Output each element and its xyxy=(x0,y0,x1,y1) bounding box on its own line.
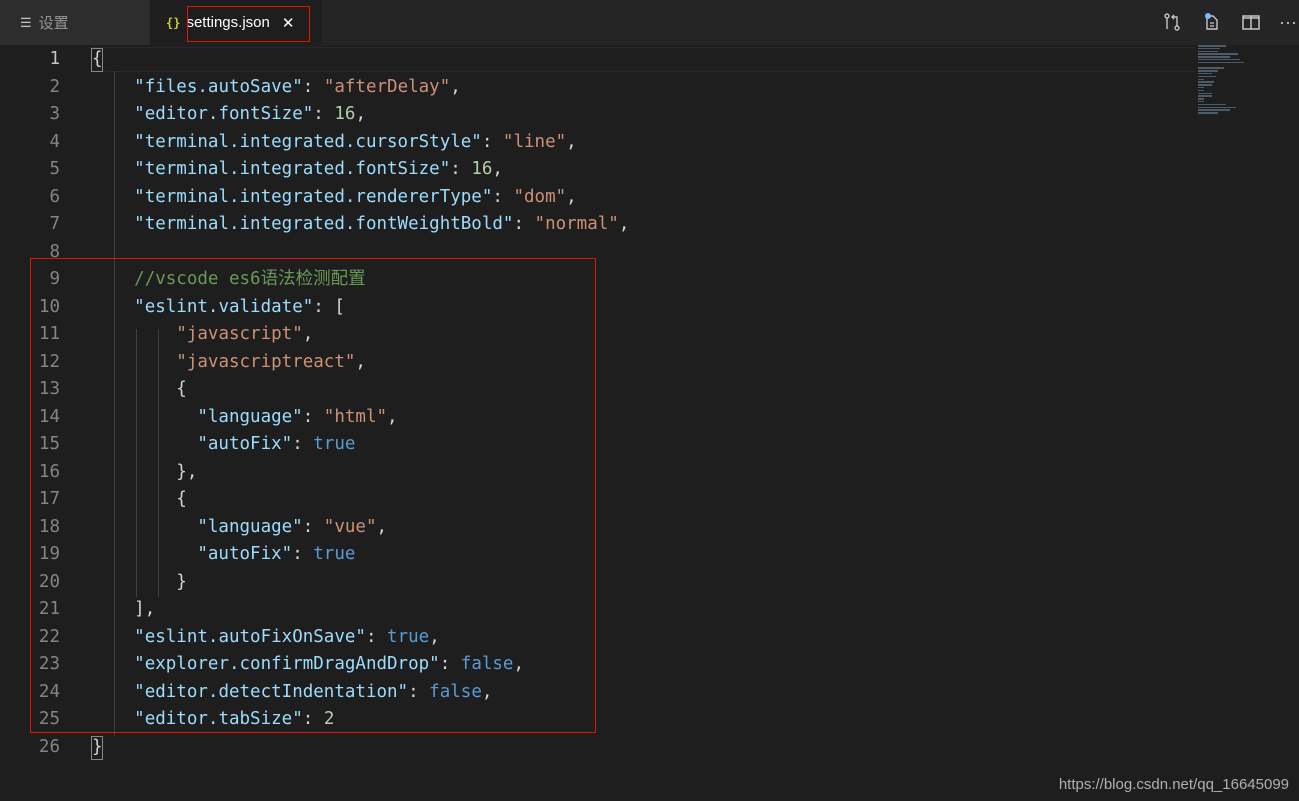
code-token: : xyxy=(450,159,472,179)
tab-label: 设置 xyxy=(38,15,69,32)
open-changes-button[interactable] xyxy=(1160,10,1184,34)
code-token: , xyxy=(355,104,366,124)
code-line[interactable]: 5 "terminal.integrated.fontSize": 16, xyxy=(0,156,1195,184)
code-token: : xyxy=(302,76,324,97)
line-code: "terminal.integrated.cursorStyle": "line… xyxy=(92,129,577,157)
code-token: "normal" xyxy=(534,214,619,234)
line-number: 1 xyxy=(49,49,60,69)
code-line[interactable]: 1{ xyxy=(0,46,1195,74)
line-code: "terminal.integrated.fontSize": 16, xyxy=(92,156,503,184)
code-token: "files.autoSave" xyxy=(134,76,303,97)
line-number: 2 xyxy=(49,76,60,97)
code-token: "terminal.integrated.fontSize" xyxy=(134,159,451,179)
code-token: , xyxy=(566,131,577,152)
matching-bracket-highlight xyxy=(91,735,103,760)
code-line[interactable]: 26} xyxy=(0,734,1195,762)
tab-highlight-annotation xyxy=(187,6,310,42)
code-line[interactable]: 7 "terminal.integrated.fontWeightBold": … xyxy=(0,211,1195,239)
open-settings-ui-button[interactable] xyxy=(1200,10,1224,34)
line-number: 6 xyxy=(49,186,60,207)
line-number: 3 xyxy=(49,104,60,124)
code-token: : xyxy=(513,214,535,234)
line-code: "editor.fontSize": 16, xyxy=(92,101,366,129)
line-number: 26 xyxy=(38,736,60,757)
code-token: "dom" xyxy=(513,186,567,207)
code-token: 16 xyxy=(471,159,493,179)
code-token: , xyxy=(618,214,630,234)
more-actions-icon[interactable]: ··· xyxy=(1276,10,1299,34)
line-code: "terminal.integrated.rendererType": "dom… xyxy=(92,184,577,212)
code-token: "line" xyxy=(502,131,567,152)
watermark-url: https://blog.csdn.net/qq_16645099 xyxy=(1058,776,1289,793)
tab-settings-ui[interactable]: ☰ 设置 xyxy=(0,0,150,45)
code-token: : xyxy=(313,104,335,124)
current-line-highlight xyxy=(90,47,1195,72)
code-token: , xyxy=(450,76,461,97)
line-number: 7 xyxy=(49,214,60,234)
code-token: "terminal.integrated.rendererType" xyxy=(134,186,493,207)
code-token: "terminal.integrated.fontWeightBold" xyxy=(134,214,514,234)
open-changes-icon xyxy=(1164,13,1180,31)
json-braces-icon: {} xyxy=(166,15,181,30)
line-number: 5 xyxy=(49,159,60,179)
line-number: 4 xyxy=(49,131,60,152)
open-settings-ui-icon xyxy=(1205,13,1218,30)
split-editor-button[interactable] xyxy=(1239,10,1263,34)
code-token: : xyxy=(481,131,503,152)
editor-tab-bar: ☰ 设置 {} settings.json ✕ ··· xyxy=(0,0,1299,45)
code-highlight-annotation xyxy=(30,258,596,733)
minimap[interactable] xyxy=(1198,45,1258,114)
code-token: , xyxy=(566,186,577,207)
line-code: "terminal.integrated.fontWeightBold": "n… xyxy=(92,211,629,239)
settings-list-icon: ☰ xyxy=(20,14,32,30)
code-token: 16 xyxy=(334,104,356,124)
code-line[interactable]: 2 "files.autoSave": "afterDelay", xyxy=(0,74,1195,102)
code-token: "editor.fontSize" xyxy=(134,104,314,124)
split-editor-icon xyxy=(1242,15,1260,30)
code-token: "terminal.integrated.cursorStyle" xyxy=(134,131,482,152)
code-token: , xyxy=(492,159,503,179)
code-line[interactable]: 3 "editor.fontSize": 16, xyxy=(0,101,1195,129)
code-line[interactable]: 4 "terminal.integrated.cursorStyle": "li… xyxy=(0,129,1195,157)
matching-bracket-highlight xyxy=(91,48,103,72)
code-line[interactable]: 6 "terminal.integrated.rendererType": "d… xyxy=(0,184,1195,212)
code-token: "afterDelay" xyxy=(323,76,451,97)
line-code: "files.autoSave": "afterDelay", xyxy=(92,74,461,102)
code-token: : xyxy=(492,186,514,207)
